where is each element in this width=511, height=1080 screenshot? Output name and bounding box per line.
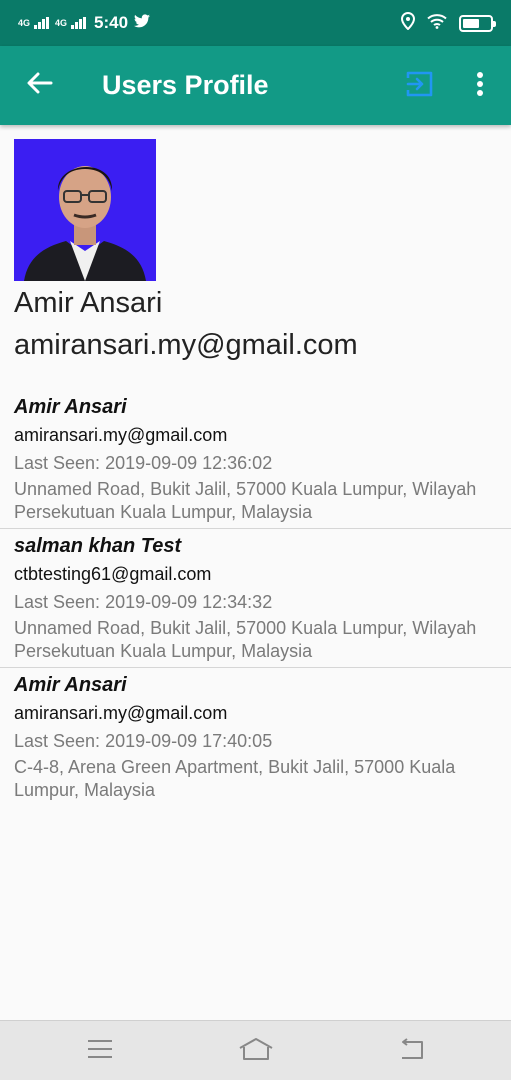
logout-button[interactable] [400, 66, 440, 106]
battery-icon [459, 14, 496, 32]
profile-email: amiransari.my@gmail.com [14, 329, 358, 361]
network-indicator-1: 4G [18, 18, 31, 28]
session-user-email: amiransari.my@gmail.com [14, 425, 228, 445]
session-user-name: Amir Ansari [14, 674, 127, 696]
profile-name: Amir Ansari [14, 287, 163, 319]
profile-photo [14, 139, 156, 281]
session-user-email: ctbtesting61@gmail.com [14, 564, 212, 584]
recent-apps-button[interactable] [70, 1031, 130, 1071]
home-button[interactable] [226, 1031, 286, 1071]
system-back-button[interactable] [382, 1031, 442, 1071]
system-nav-bar [0, 1020, 511, 1080]
session-user-name: salman khan Test [14, 535, 182, 557]
logout-icon [406, 70, 434, 103]
session-list: Amir Ansari amiransari.my@gmail.com Last… [0, 390, 511, 806]
list-item[interactable]: Amir Ansari amiransari.my@gmail.com Last… [0, 390, 511, 529]
session-address: Unnamed Road, Bukit Jalil, 57000 Kuala L… [14, 479, 477, 522]
arrow-left-icon [27, 72, 53, 99]
app-bar: Users Profile [0, 46, 511, 125]
session-last-seen: Last Seen: 2019-09-09 12:34:32 [14, 592, 273, 612]
status-time: 5:40 [94, 13, 129, 32]
twitter-icon [134, 13, 151, 33]
signal-icon [34, 17, 50, 29]
session-address: Unnamed Road, Bukit Jalil, 57000 Kuala L… [14, 618, 477, 661]
home-icon [239, 1037, 273, 1066]
session-last-seen: Last Seen: 2019-09-09 12:36:02 [14, 453, 273, 473]
signal-icon [71, 17, 87, 29]
menu-icon [87, 1039, 113, 1064]
network-indicator-2: 4G [55, 18, 68, 28]
session-address: C-4-8, Arena Green Apartment, Bukit Jali… [14, 757, 456, 800]
status-bar: 4G 4G 5:40 [0, 0, 511, 46]
wifi-icon [427, 13, 447, 34]
list-item[interactable]: salman khan Test ctbtesting61@gmail.com … [0, 529, 511, 668]
session-user-email: amiransari.my@gmail.com [14, 703, 228, 723]
page-title: Users Profile [102, 70, 269, 100]
more-options-button[interactable] [462, 66, 498, 106]
location-icon [400, 11, 416, 35]
session-user-name: Amir Ansari [14, 396, 127, 418]
back-button[interactable] [0, 46, 80, 125]
session-last-seen: Last Seen: 2019-09-09 17:40:05 [14, 731, 273, 751]
back-icon [398, 1037, 426, 1065]
list-item[interactable]: Amir Ansari amiransari.my@gmail.com Last… [0, 668, 511, 806]
more-vert-icon [476, 71, 484, 102]
